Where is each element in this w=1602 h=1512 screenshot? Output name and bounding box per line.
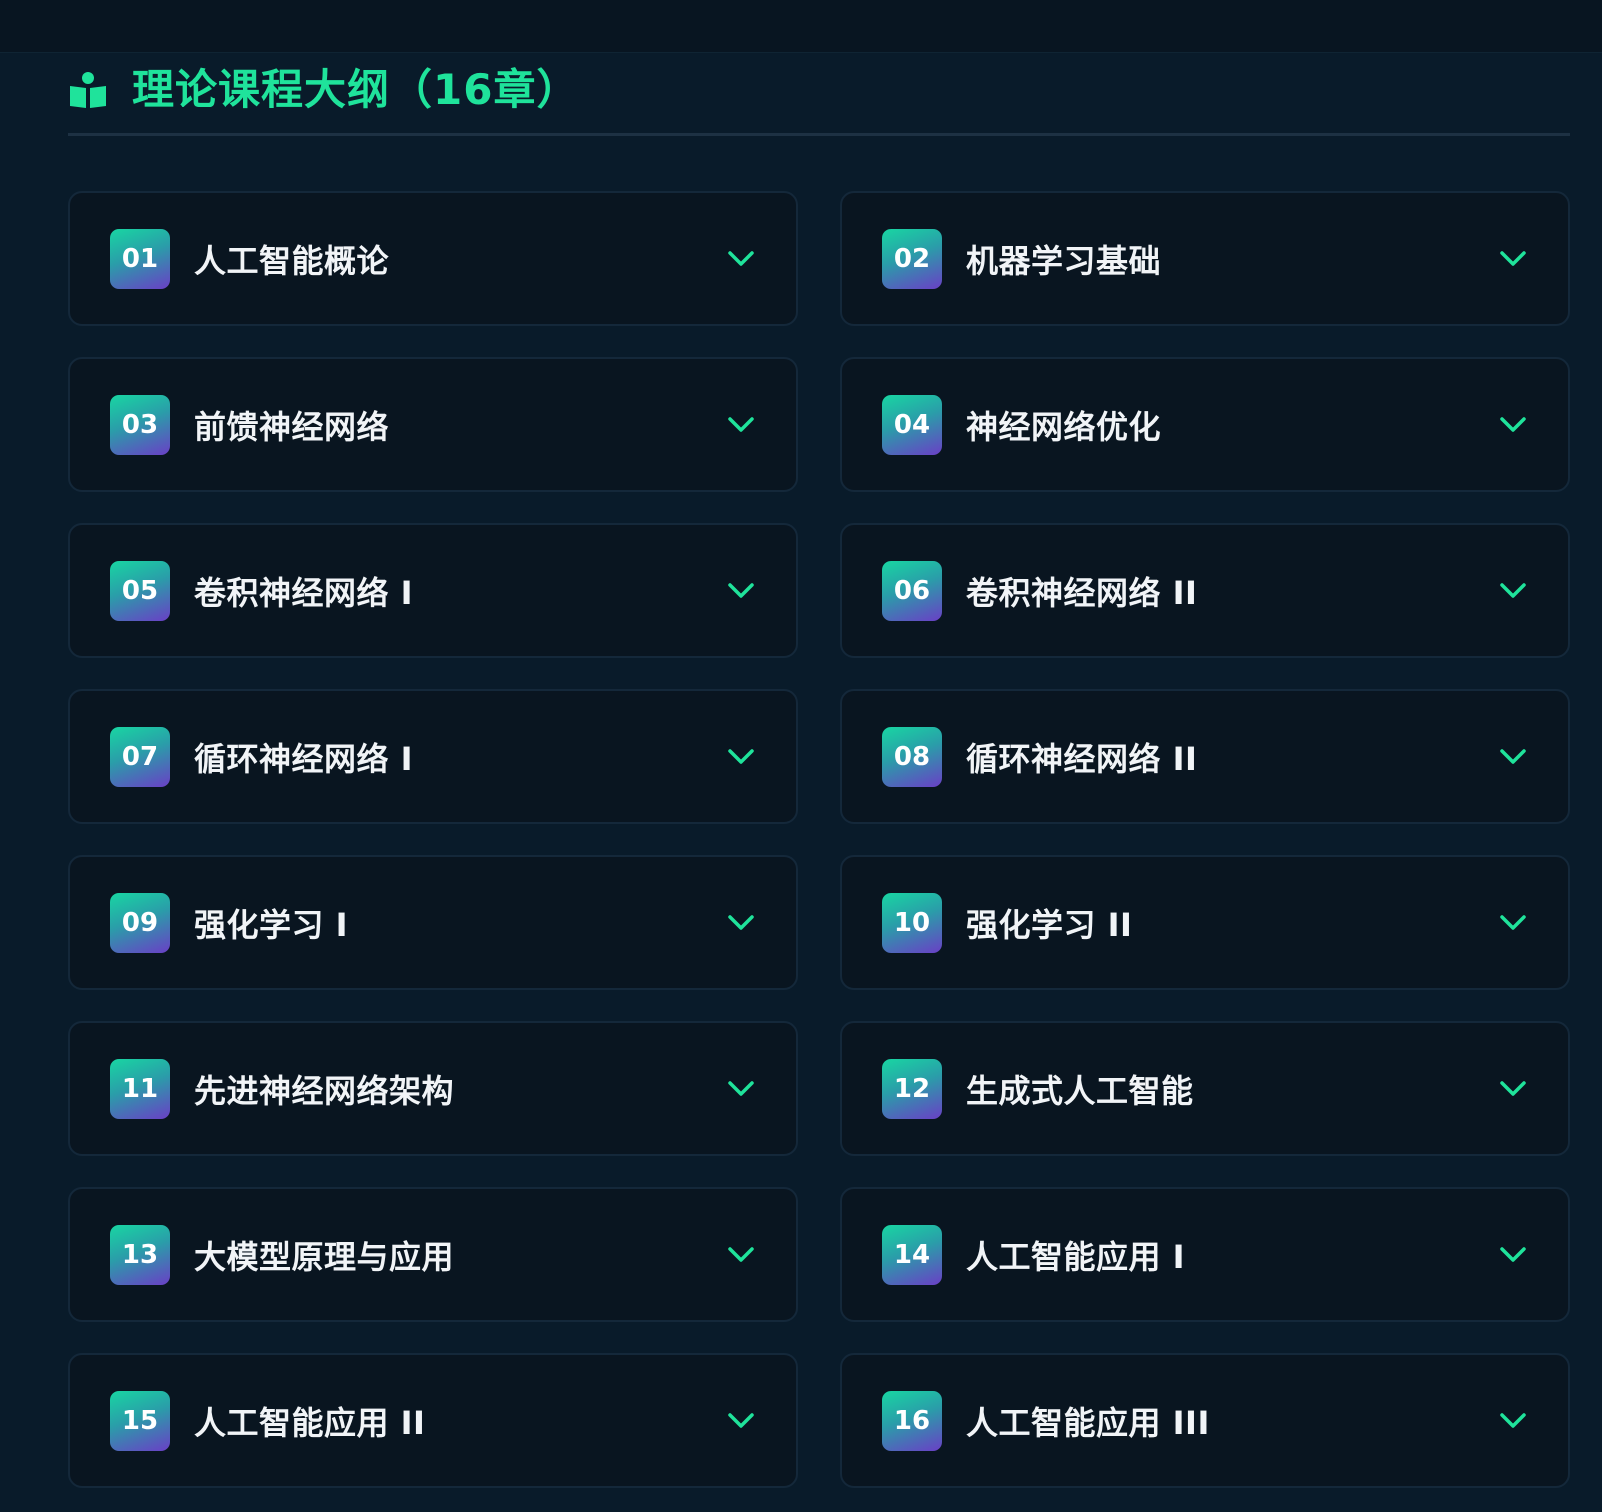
chapter-number-badge: 01 <box>110 228 170 289</box>
course-outline-section: 理论课程大纲（16章） <box>68 52 1570 136</box>
chapter-number-badge: 16 <box>882 1390 942 1451</box>
chapter-card[interactable]: 10 强化学习 II <box>840 855 1570 990</box>
chevron-down-icon[interactable] <box>724 906 758 940</box>
chapter-number-badge: 04 <box>882 394 942 455</box>
chapter-title: 人工智能应用 III <box>966 1403 1210 1442</box>
chevron-down-icon[interactable] <box>1496 740 1530 774</box>
chapter-title: 强化学习 II <box>966 905 1133 944</box>
chapter-card[interactable]: 05 卷积神经网络 I <box>68 523 798 658</box>
section-header: 理论课程大纲（16章） <box>68 52 1570 136</box>
chevron-down-icon[interactable] <box>1496 1238 1530 1272</box>
chapter-number-badge: 13 <box>110 1224 170 1285</box>
chevron-down-icon[interactable] <box>1496 408 1530 442</box>
chapter-number-badge: 10 <box>882 892 942 953</box>
chapter-number-badge: 03 <box>110 394 170 455</box>
chapter-title: 人工智能应用 I <box>966 1237 1186 1276</box>
chapter-card[interactable]: 11 先进神经网络架构 <box>68 1021 798 1156</box>
chevron-down-icon[interactable] <box>724 408 758 442</box>
chevron-down-icon[interactable] <box>724 1238 758 1272</box>
section-title: 理论课程大纲（16章） <box>132 64 580 114</box>
chapter-title: 强化学习 I <box>194 905 349 944</box>
chapter-title: 前馈神经网络 <box>194 407 390 446</box>
chapter-title: 先进神经网络架构 <box>194 1071 455 1110</box>
top-bar <box>0 0 1602 53</box>
chapter-card[interactable]: 12 生成式人工智能 <box>840 1021 1570 1156</box>
chapter-number-badge: 09 <box>110 892 170 953</box>
chevron-down-icon[interactable] <box>1496 574 1530 608</box>
chapter-card[interactable]: 04 神经网络优化 <box>840 357 1570 492</box>
chapter-number-badge: 15 <box>110 1390 170 1451</box>
chapter-number-badge: 02 <box>882 228 942 289</box>
chapter-title: 机器学习基础 <box>966 241 1162 280</box>
chapter-title: 神经网络优化 <box>966 407 1162 446</box>
chapter-number-badge: 05 <box>110 560 170 621</box>
chapter-card[interactable]: 06 卷积神经网络 II <box>840 523 1570 658</box>
chapter-card[interactable]: 14 人工智能应用 I <box>840 1187 1570 1322</box>
chapter-number-badge: 08 <box>882 726 942 787</box>
chapter-card[interactable]: 09 强化学习 I <box>68 855 798 990</box>
chevron-down-icon[interactable] <box>1496 906 1530 940</box>
chevron-down-icon[interactable] <box>724 740 758 774</box>
chapter-card[interactable]: 02 机器学习基础 <box>840 191 1570 326</box>
chapter-number-badge: 07 <box>110 726 170 787</box>
chapter-number-badge: 12 <box>882 1058 942 1119</box>
chapter-number-badge: 11 <box>110 1058 170 1119</box>
chapter-title: 卷积神经网络 I <box>194 573 414 612</box>
chapter-card[interactable]: 16 人工智能应用 III <box>840 1353 1570 1488</box>
chevron-down-icon[interactable] <box>724 1404 758 1438</box>
chapter-title: 生成式人工智能 <box>966 1071 1194 1110</box>
chevron-down-icon[interactable] <box>724 1072 758 1106</box>
chevron-down-icon[interactable] <box>724 574 758 608</box>
chapter-number-badge: 14 <box>882 1224 942 1285</box>
chapter-number-badge: 06 <box>882 560 942 621</box>
chapter-card[interactable]: 15 人工智能应用 II <box>68 1353 798 1488</box>
chevron-down-icon[interactable] <box>1496 1072 1530 1106</box>
chapter-card[interactable]: 03 前馈神经网络 <box>68 357 798 492</box>
chapter-grid: 01 人工智能概论 02 机器学习基础 03 前馈神经网络 04 神经网络优化 … <box>68 191 1570 1488</box>
chapter-card[interactable]: 07 循环神经网络 I <box>68 689 798 824</box>
chapter-card[interactable]: 08 循环神经网络 II <box>840 689 1570 824</box>
chapter-card[interactable]: 13 大模型原理与应用 <box>68 1187 798 1322</box>
chapter-title: 人工智能应用 II <box>194 1403 426 1442</box>
chapter-title: 人工智能概论 <box>194 241 390 280</box>
chapter-title: 卷积神经网络 II <box>966 573 1198 612</box>
chevron-down-icon[interactable] <box>1496 242 1530 276</box>
chapter-title: 大模型原理与应用 <box>194 1237 455 1276</box>
chevron-down-icon[interactable] <box>724 242 758 276</box>
chapter-title: 循环神经网络 I <box>194 739 414 778</box>
chapter-title: 循环神经网络 II <box>966 739 1198 778</box>
chapter-card[interactable]: 01 人工智能概论 <box>68 191 798 326</box>
book-reader-icon <box>68 70 108 110</box>
chevron-down-icon[interactable] <box>1496 1404 1530 1438</box>
